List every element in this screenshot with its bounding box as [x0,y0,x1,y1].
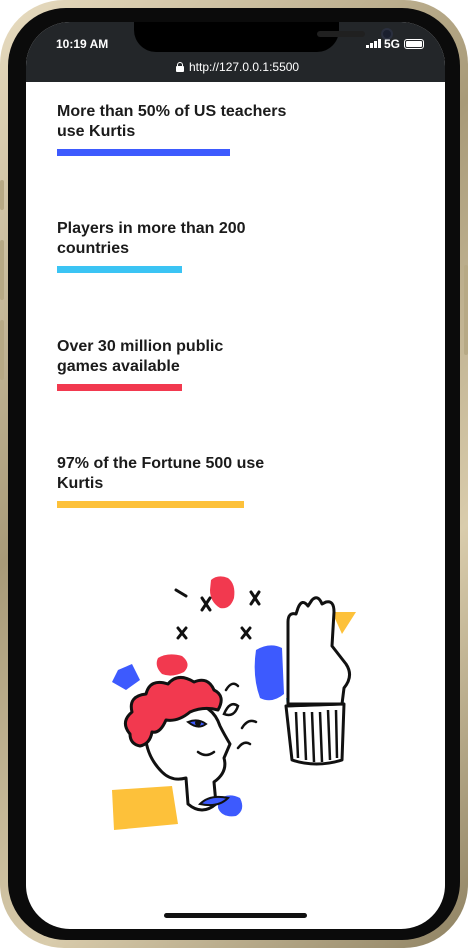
stat-text: 97% of the Fortune 500 use Kurtis [57,455,265,492]
stat-item-fortune: 97% of the Fortune 500 use Kurtis [57,454,297,508]
url-text: http://127.0.0.1:5500 [189,60,300,74]
status-bar: 10:19 AM 5G http://127.0.0.1:5500 [26,22,445,82]
stat-text: Players in more than 200 countries [57,220,246,257]
stat-item-teachers: More than 50% of US teachers use Kurtis [57,102,297,156]
stat-text: More than 50% of US teachers use Kurtis [57,103,287,140]
signal-icon [366,39,381,48]
mute-switch [0,180,4,210]
status-time: 10:19 AM [56,37,109,51]
stat-text: Over 30 million public games available [57,338,224,375]
stat-bar [57,149,230,156]
address-bar[interactable]: http://127.0.0.1:5500 [176,60,299,74]
home-indicator[interactable] [164,913,307,918]
high-five-illustration [112,576,356,830]
network-type: 5G [384,37,401,51]
stat-bar [57,501,244,508]
volume-down-button [0,320,4,380]
screen: 10:19 AM 5G http://127.0.0.1:5500 More t… [26,22,445,929]
stat-bar [57,384,182,391]
volume-up-button [0,240,4,300]
speaker [317,31,365,37]
stat-item-countries: Players in more than 200 countries [57,219,247,273]
phone-frame: 10:19 AM 5G http://127.0.0.1:5500 More t… [0,0,468,948]
stat-item-games: Over 30 million public games available [57,337,257,391]
lock-icon [176,62,184,72]
stat-bar [57,266,182,273]
battery-icon [404,39,424,49]
notch [134,22,393,52]
power-button [464,265,468,355]
